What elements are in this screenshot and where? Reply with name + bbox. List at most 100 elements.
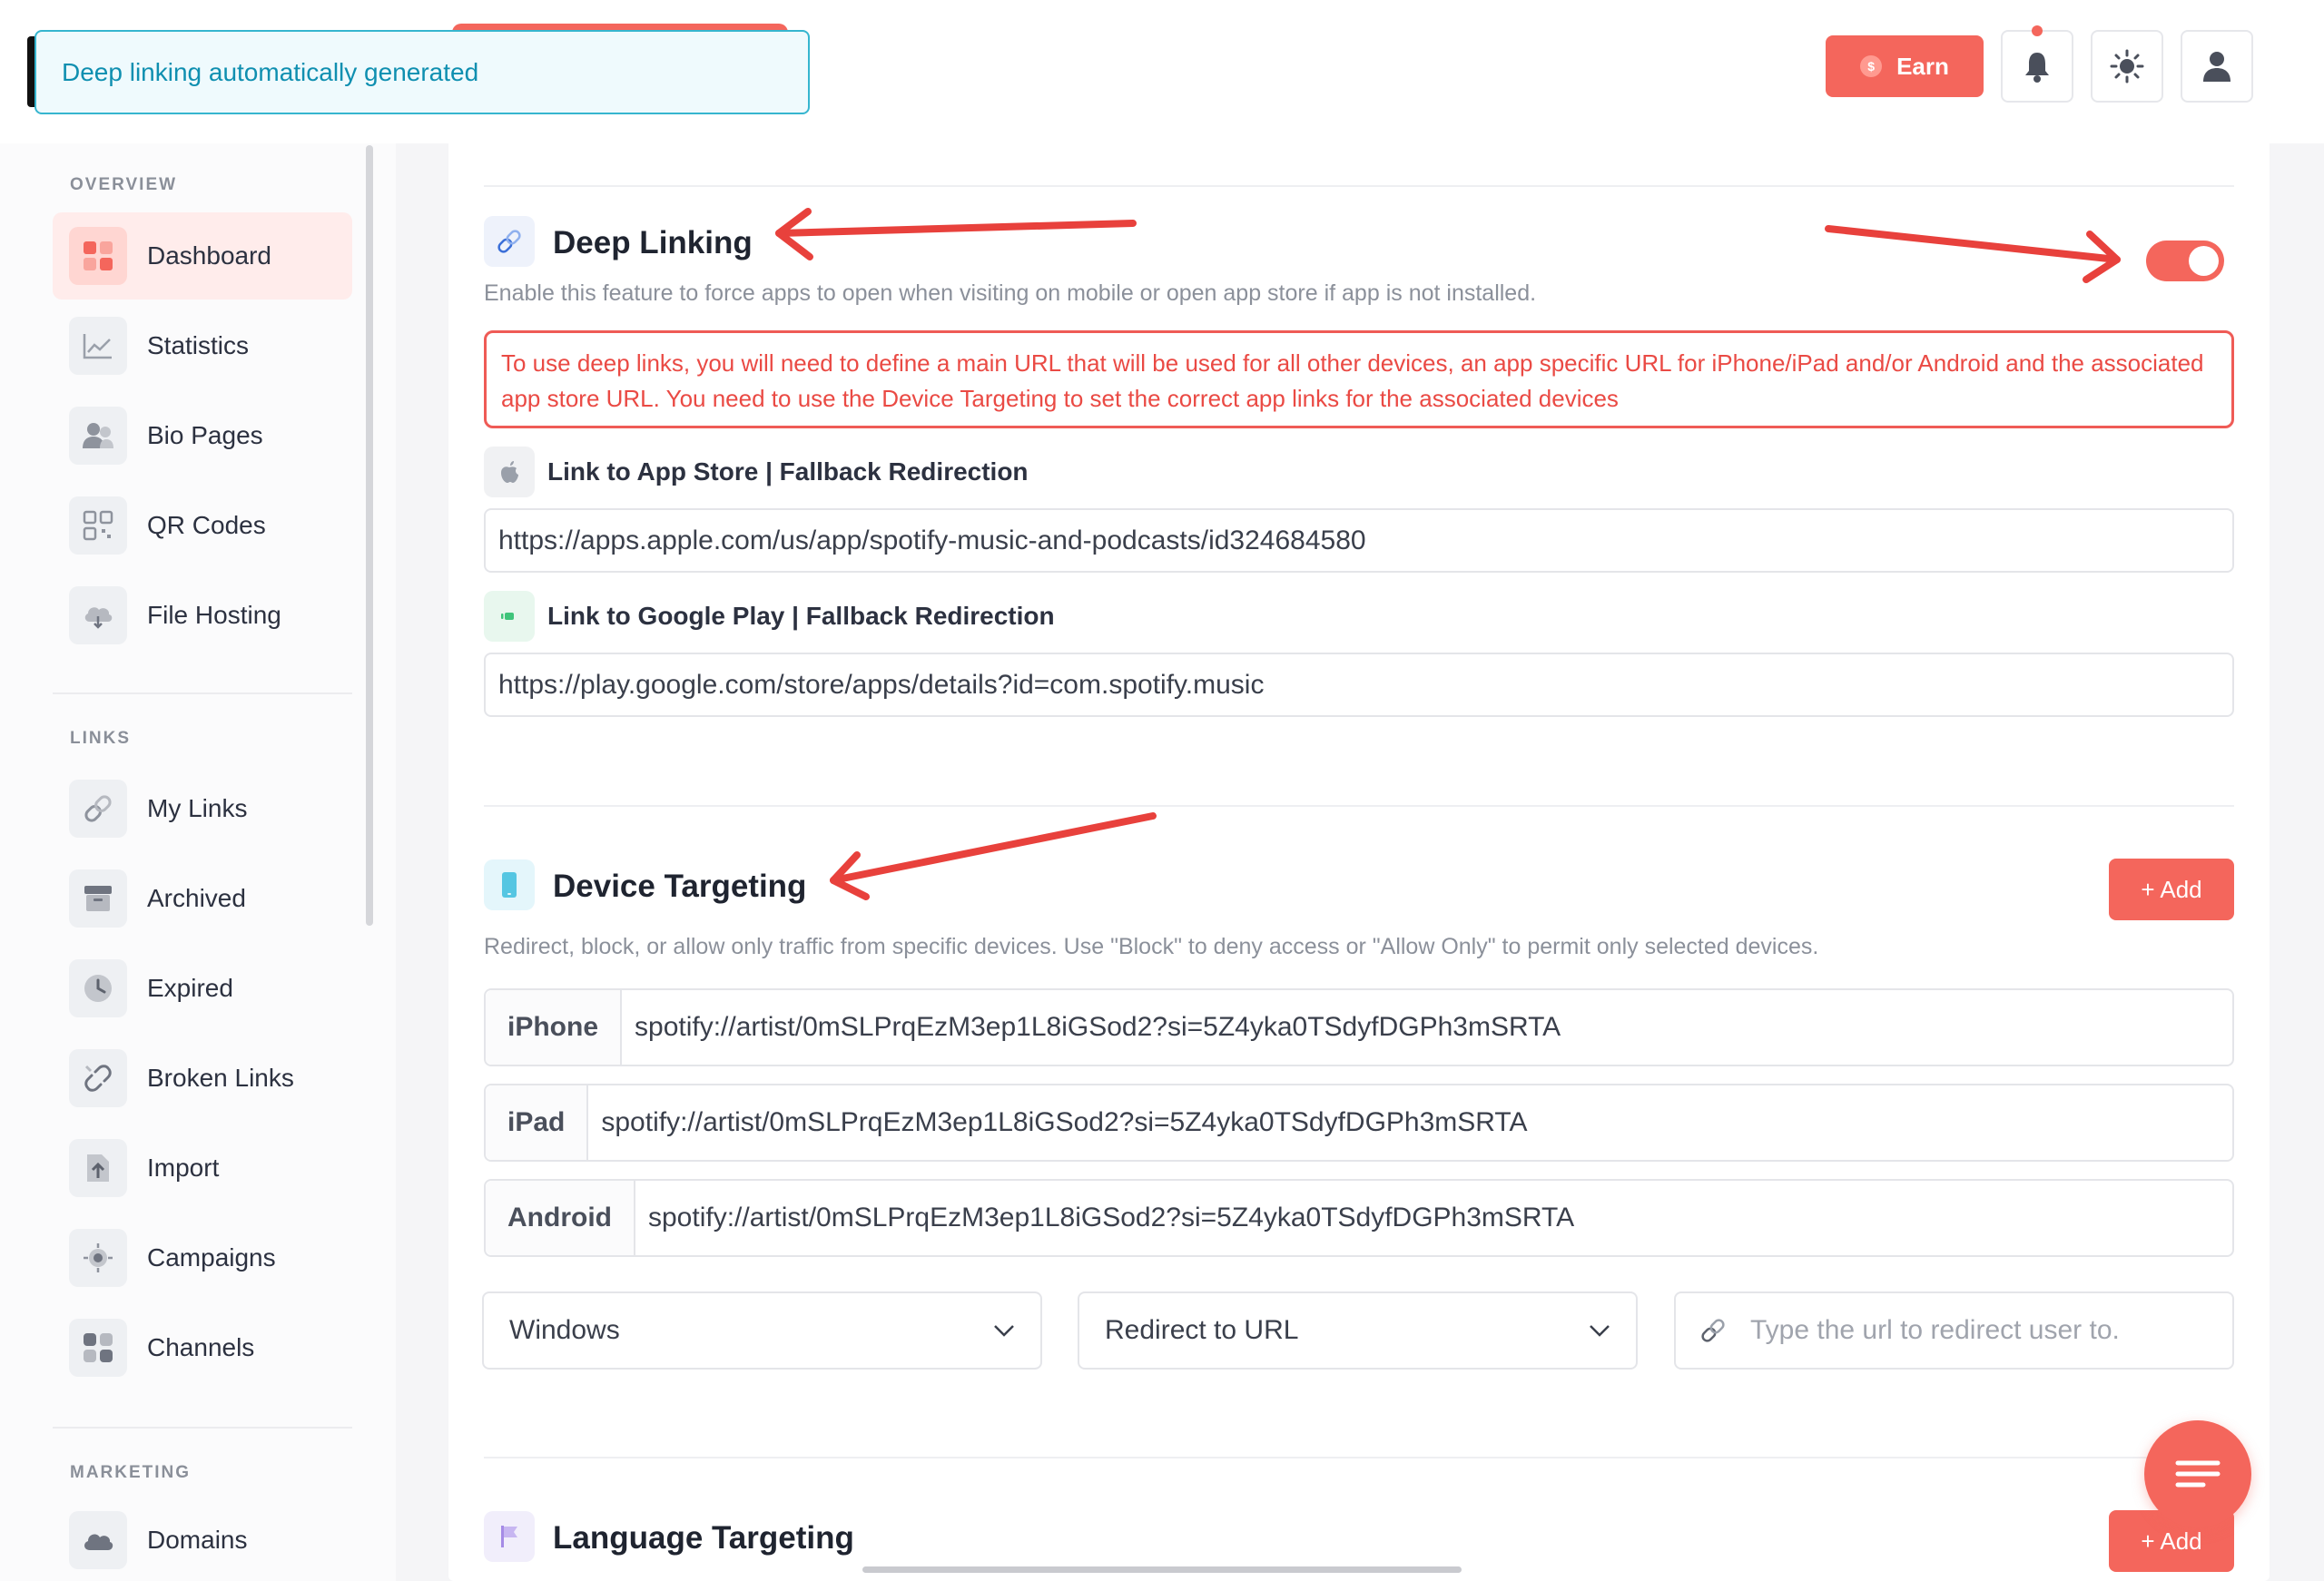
toggle-knob [2189, 246, 2219, 276]
sidebar-item-label: Channels [147, 1333, 255, 1361]
device-select-value: Windows [509, 1315, 620, 1345]
deep-linking-icon [484, 216, 535, 267]
section-divider [484, 185, 2234, 187]
channels-icon [69, 1319, 127, 1377]
sidebar-item-domains[interactable]: Domains [53, 1499, 352, 1581]
redirect-url-field[interactable] [1674, 1291, 2234, 1370]
app-store-label: Link to App Store | Fallback Redirection [484, 447, 1029, 497]
sidebar-divider [53, 1427, 352, 1429]
theme-toggle-button[interactable] [2091, 30, 2163, 103]
sidebar-item-label: File Hosting [147, 601, 281, 629]
top-bar: Deep linking automatically generated $ E… [0, 0, 2324, 143]
notification-dot [2032, 25, 2043, 36]
sidebar-section-links: LINKS [70, 729, 131, 748]
bio-pages-icon [69, 407, 127, 465]
deep-linking-description: Enable this feature to force apps to ope… [484, 280, 1537, 306]
deep-linking-toggle[interactable] [2146, 241, 2224, 281]
dashboard-icon [69, 227, 127, 285]
sidebar-item-label: Statistics [147, 331, 250, 359]
broken-link-icon [69, 1049, 127, 1107]
app-store-label-text: Link to App Store | Fallback Redirection [547, 457, 1029, 486]
notifications-button[interactable] [2001, 30, 2073, 103]
sidebar-section-overview: OVERVIEW [70, 175, 178, 194]
coin-icon: $ [1860, 55, 1883, 77]
sidebar-item-label: Campaigns [147, 1243, 276, 1272]
google-play-url-input[interactable]: https://play.google.com/store/apps/detai… [484, 653, 2234, 717]
section-divider [484, 805, 2234, 807]
device-url-input[interactable]: spotify://artist/0mSLPrqEzM3ep1L8iGSod2?… [588, 1085, 1527, 1160]
import-icon [69, 1139, 127, 1197]
qr-code-icon [69, 496, 127, 555]
earn-button[interactable]: $ Earn [1826, 35, 1984, 97]
link-icon [1701, 1319, 1725, 1342]
app-store-url-value: https://apps.apple.com/us/app/spotify-mu… [498, 525, 1366, 555]
sidebar-item-qr-codes[interactable]: QR Codes [53, 482, 352, 569]
device-targeting-description: Redirect, block, or allow only traffic f… [484, 934, 1819, 959]
device-name: Android [486, 1181, 635, 1255]
clock-icon [69, 959, 127, 1017]
device-url-input[interactable]: spotify://artist/0mSLPrqEzM3ep1L8iGSod2?… [622, 990, 1561, 1065]
earn-label: Earn [1896, 52, 1949, 80]
redirect-url-input[interactable] [1750, 1315, 2204, 1346]
device-row-iphone: iPhone spotify://artist/0mSLPrqEzM3ep1L8… [484, 988, 2234, 1066]
menu-lines-icon [2175, 1460, 2221, 1488]
sidebar-item-label: Import [147, 1154, 220, 1182]
device-row-ipad: iPad spotify://artist/0mSLPrqEzM3ep1L8iG… [484, 1084, 2234, 1162]
sidebar-item-expired[interactable]: Expired [53, 945, 352, 1032]
user-menu-button[interactable] [2181, 30, 2253, 103]
sidebar-item-statistics[interactable]: Statistics [53, 302, 352, 389]
sidebar-item-label: Archived [147, 884, 246, 912]
language-targeting-icon [484, 1511, 535, 1562]
user-icon [2203, 52, 2230, 82]
sidebar-item-my-links[interactable]: My Links [53, 765, 352, 852]
device-name: iPhone [486, 990, 623, 1065]
target-icon [69, 1229, 127, 1287]
sidebar-item-label: Dashboard [147, 241, 271, 270]
language-targeting-title: Language Targeting [553, 1520, 854, 1556]
cloud-icon [69, 586, 127, 644]
toast-edge [27, 36, 34, 107]
toast-notification: Deep linking automatically generated [34, 30, 810, 114]
sidebar-scrollbar[interactable] [366, 145, 373, 926]
archive-icon [69, 869, 127, 928]
bell-icon [2025, 53, 2049, 83]
sidebar-item-bio-pages[interactable]: Bio Pages [53, 392, 352, 479]
sidebar-item-label: Broken Links [147, 1064, 294, 1092]
sidebar-item-archived[interactable]: Archived [53, 855, 352, 942]
sidebar-item-dashboard[interactable]: Dashboard [53, 212, 352, 300]
sidebar-item-campaigns[interactable]: Campaigns [53, 1214, 352, 1301]
action-select[interactable]: Redirect to URL [1078, 1291, 1638, 1370]
sidebar-section-marketing: MARKETING [70, 1463, 192, 1482]
device-name: iPad [486, 1085, 589, 1160]
device-targeting-icon [484, 859, 535, 910]
sidebar-item-label: My Links [147, 794, 248, 822]
android-icon [484, 591, 535, 642]
sidebar-item-label: QR Codes [147, 511, 266, 539]
sidebar-item-broken-links[interactable]: Broken Links [53, 1035, 352, 1122]
deep-linking-alert: To use deep links, you will need to defi… [484, 330, 2234, 428]
sidebar-item-import[interactable]: Import [53, 1124, 352, 1212]
google-play-label-text: Link to Google Play | Fallback Redirecti… [547, 602, 1055, 630]
chevron-down-icon [994, 1325, 1014, 1337]
toast-message: Deep linking automatically generated [62, 57, 479, 86]
chevron-down-icon [1590, 1325, 1610, 1337]
app-store-url-input[interactable]: https://apps.apple.com/us/app/spotify-mu… [484, 508, 2234, 573]
sidebar-item-file-hosting[interactable]: File Hosting [53, 572, 352, 659]
device-select[interactable]: Windows [482, 1291, 1042, 1370]
google-play-label: Link to Google Play | Fallback Redirecti… [484, 591, 1055, 642]
action-select-value: Redirect to URL [1105, 1315, 1299, 1345]
device-url-input[interactable]: spotify://artist/0mSLPrqEzM3ep1L8iGSod2?… [635, 1181, 1574, 1255]
apple-icon [484, 447, 535, 497]
section-divider [484, 1457, 2234, 1458]
sidebar-item-label: Expired [147, 974, 233, 1002]
sidebar-item-label: Domains [147, 1526, 248, 1554]
horizontal-scrollbar[interactable] [862, 1566, 1462, 1573]
sidebar-item-channels[interactable]: Channels [53, 1304, 352, 1391]
device-targeting-add-button[interactable]: + Add [2109, 859, 2234, 920]
google-play-url-value: https://play.google.com/store/apps/detai… [498, 669, 1265, 700]
device-row-android: Android spotify://artist/0mSLPrqEzM3ep1L… [484, 1179, 2234, 1257]
sidebar-item-label: Bio Pages [147, 421, 263, 449]
chat-fab-button[interactable] [2144, 1420, 2251, 1527]
link-icon [69, 780, 127, 838]
device-targeting-title: Device Targeting [553, 869, 807, 904]
